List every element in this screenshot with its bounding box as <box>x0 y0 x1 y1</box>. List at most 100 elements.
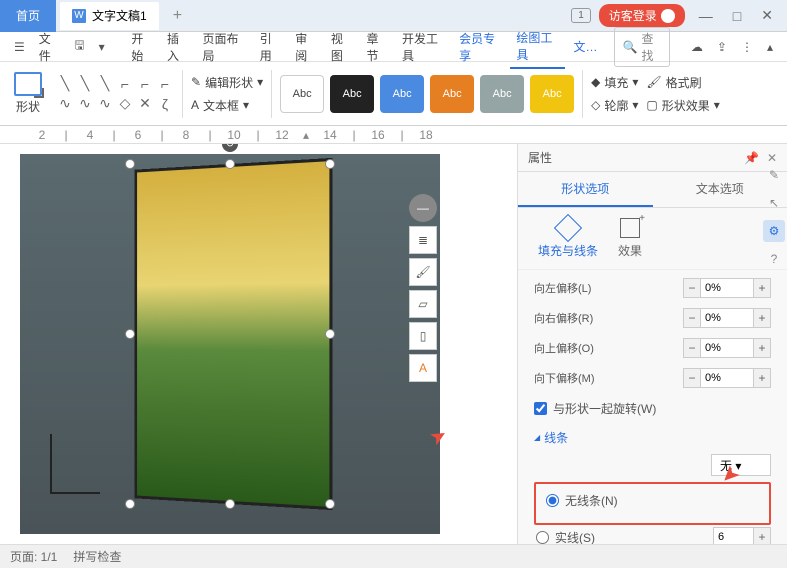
label-offset-right: 向右偏移(R) <box>534 310 593 326</box>
style-5[interactable]: Abc <box>480 75 524 113</box>
rotate-handle[interactable]: ↻ <box>222 144 238 152</box>
float-highlight-button[interactable]: ▱ <box>409 290 437 318</box>
float-minus-button[interactable]: — <box>409 194 437 222</box>
main-area: ↻ — ≣ 🖌 ▱ ▯ A ➤ 属性 📌 ✕ <box>0 144 787 554</box>
side-cursor-icon[interactable]: ↖ <box>763 192 785 214</box>
tab-shape-options[interactable]: 形状选项 <box>518 172 653 207</box>
subtab-fill-line[interactable]: 填充与线条 <box>538 218 598 259</box>
minimize-button[interactable]: — <box>693 8 719 24</box>
more-icon[interactable]: ⋮ <box>735 36 759 58</box>
side-help-icon[interactable]: ? <box>763 248 785 270</box>
menu-layout[interactable]: 页面布局 <box>197 26 252 68</box>
resize-handle-bl[interactable] <box>125 499 135 509</box>
resize-handle-bc[interactable] <box>225 499 235 509</box>
label-offset-bottom: 向下偏移(M) <box>534 370 595 386</box>
radio-no-line[interactable] <box>546 494 559 507</box>
edit-shape-button[interactable]: ✎编辑形状▾ <box>191 74 263 91</box>
menu-drawtools[interactable]: 绘图工具 <box>510 25 565 69</box>
share-icon[interactable]: ⇪ <box>711 36 733 58</box>
effect-icon <box>620 218 640 238</box>
resize-handle-tr[interactable] <box>325 159 335 169</box>
menu-ref[interactable]: 引用 <box>254 26 288 68</box>
search-box[interactable]: 🔍 查找 <box>614 27 671 67</box>
ribbon: 形状 ╲╲╲⌐⌐⌐ ∿∿∿◇✕ζ ✎编辑形状▾ A文本框▾ Abc Abc Ab… <box>0 62 787 126</box>
property-panel: 属性 📌 ✕ 形状选项 文本选项 填充与线条 效果 向左偏移(L) <box>517 144 787 554</box>
side-toolbar: ✎ ↖ ⚙ ? <box>759 160 787 274</box>
float-layout-button[interactable]: ▯ <box>409 322 437 350</box>
menu-start[interactable]: 开始 <box>125 26 159 68</box>
search-icon: 🔍 <box>623 40 638 54</box>
style-3[interactable]: Abc <box>380 75 424 113</box>
menu-view[interactable]: 视图 <box>325 26 359 68</box>
spinner-offset-top[interactable]: −+ <box>683 338 771 358</box>
shape-effects-button[interactable]: ▢形状效果▾ <box>646 97 719 114</box>
canvas[interactable]: ↻ — ≣ 🖌 ▱ ▯ A ➤ <box>0 144 517 554</box>
textbox-button[interactable]: A文本框▾ <box>191 97 263 114</box>
float-font-button[interactable]: A <box>409 354 437 382</box>
collapse-icon[interactable]: ▴ <box>761 36 779 58</box>
menu-more[interactable]: 文… <box>567 34 603 59</box>
style-4[interactable]: Abc <box>430 75 474 113</box>
style-1[interactable]: Abc <box>280 75 324 113</box>
resize-handle-tl[interactable] <box>125 159 135 169</box>
shape-button[interactable]: 形状 <box>8 72 48 116</box>
label-offset-top: 向上偏移(O) <box>534 340 594 356</box>
side-settings-icon[interactable]: ⚙ <box>763 220 785 242</box>
maximize-button[interactable]: □ <box>727 8 747 24</box>
format-painter-button[interactable]: 🖌格式刷 <box>646 74 719 91</box>
file-menu[interactable]: 文件 <box>33 26 67 68</box>
document-title: 文字文稿1 <box>92 7 147 24</box>
resize-handle-tc[interactable] <box>225 159 235 169</box>
page-indicator[interactable]: 页面: 1/1 <box>10 548 57 565</box>
cloud-icon[interactable]: ☁ <box>685 36 709 58</box>
close-button[interactable]: ✕ <box>755 7 779 24</box>
float-brush-button[interactable]: 🖌 <box>409 258 437 286</box>
offset-left-input[interactable] <box>701 278 753 298</box>
menu-review[interactable]: 审阅 <box>289 26 323 68</box>
menu-dev[interactable]: 开发工具 <box>396 26 451 68</box>
style-6[interactable]: Abc <box>530 75 574 113</box>
menu-bar: ☰ 文件 🖫 ▾ 开始 插入 页面布局 引用 审阅 视图 章节 开发工具 会员专… <box>0 32 787 62</box>
spellcheck-indicator[interactable]: 拼写检查 <box>73 548 121 565</box>
style-2[interactable]: Abc <box>330 75 374 113</box>
menu-insert[interactable]: 插入 <box>161 26 195 68</box>
style-gallery[interactable]: Abc Abc Abc Abc Abc Abc <box>280 75 574 113</box>
shape-image <box>134 158 332 510</box>
label-offset-left: 向左偏移(L) <box>534 280 591 296</box>
shape-icon <box>14 72 42 96</box>
radio-solid-line[interactable] <box>536 531 549 544</box>
float-wrap-button[interactable]: ≣ <box>409 226 437 254</box>
menu-chapter[interactable]: 章节 <box>360 26 394 68</box>
hamburger-icon[interactable]: ☰ <box>8 36 31 58</box>
side-pencil-icon[interactable]: ✎ <box>763 164 785 186</box>
pin-icon[interactable]: 📌 <box>744 151 759 165</box>
panel-title: 属性 <box>528 149 552 166</box>
resize-handle-br[interactable] <box>325 499 335 509</box>
horizontal-ruler: 2|4| 6|8| 10|12▴ 14|16| 18 <box>0 126 787 144</box>
increment-button[interactable]: + <box>753 278 771 298</box>
decrement-button[interactable]: − <box>683 278 701 298</box>
lines-gallery[interactable]: ╲╲╲⌐⌐⌐ ∿∿∿◇✕ζ <box>56 75 174 113</box>
resize-handle-mr[interactable] <box>325 329 335 339</box>
line-section-title[interactable]: 线条 <box>534 429 771 446</box>
fill-button[interactable]: ◆填充▾ <box>591 74 638 91</box>
add-tab-button[interactable]: + <box>165 7 190 25</box>
rotate-with-shape-checkbox[interactable] <box>534 402 547 415</box>
login-button[interactable]: 访客登录 <box>599 4 685 27</box>
solid-line-label: 实线(S) <box>555 529 595 546</box>
floating-toolbar: — ≣ 🖌 ▱ ▯ A <box>409 194 437 382</box>
title-badge[interactable]: 1 <box>571 8 591 23</box>
rotate-with-shape-label: 与形状一起旋转(W) <box>553 400 656 417</box>
selected-shape[interactable]: ↻ <box>130 164 330 504</box>
status-bar: 页面: 1/1 拼写检查 <box>0 544 787 568</box>
spinner-offset-left[interactable]: − + <box>683 278 771 298</box>
no-line-label: 无线条(N) <box>565 492 618 509</box>
save-icon[interactable]: 🖫 <box>68 32 90 61</box>
outline-button[interactable]: ◇轮廓▾ <box>591 97 638 114</box>
dropdown-icon[interactable]: ▾ <box>93 36 111 58</box>
spinner-offset-right[interactable]: −+ <box>683 308 771 328</box>
menu-member[interactable]: 会员专享 <box>453 26 508 68</box>
spinner-offset-bottom[interactable]: −+ <box>683 368 771 388</box>
resize-handle-ml[interactable] <box>125 329 135 339</box>
subtab-effect[interactable]: 效果 <box>618 218 642 259</box>
